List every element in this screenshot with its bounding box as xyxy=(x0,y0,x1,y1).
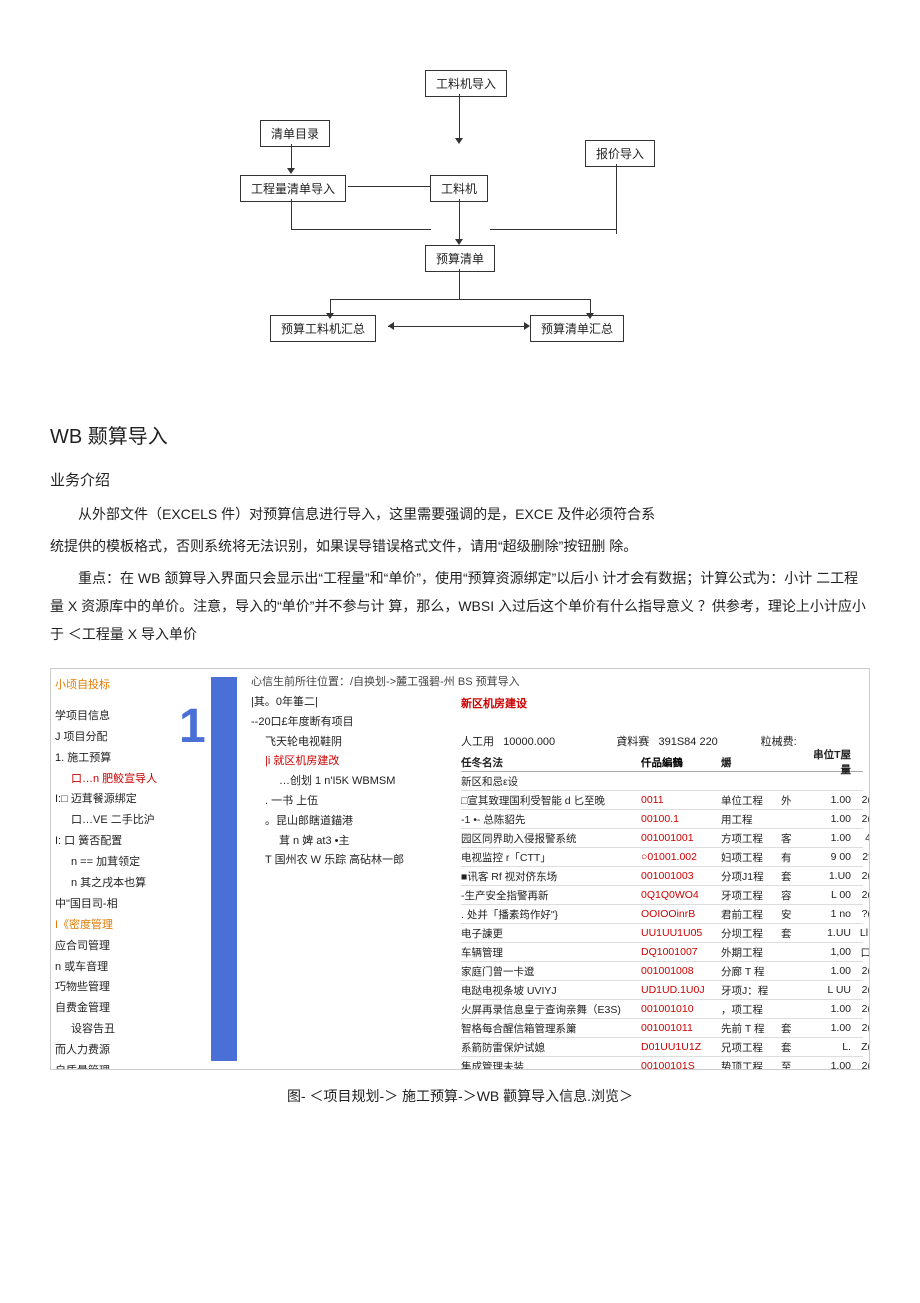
fc-node-budget-labor-sum: 预算工料机汇总 xyxy=(270,315,376,342)
fc-node-labor: 工料机 xyxy=(430,175,488,202)
nav-item[interactable]: I: 口 簧否配置 xyxy=(55,831,205,852)
col-code: 仟品編鶴 xyxy=(641,755,721,770)
table-row[interactable]: 园区同界助入侵报警系统001001001方项工程客1.004 xyxy=(461,829,863,848)
nav-item[interactable]: 中"国目司-相 xyxy=(55,894,205,915)
nav-item[interactable]: 小顷自投标 xyxy=(55,675,205,696)
breadcrumb: 心信生前所往位置：/自换划->麓工强碧-州 BS 预茸导入 xyxy=(251,673,863,689)
tree-item[interactable]: T 国州农 W 乐踪 高砧林一郎 xyxy=(251,851,451,871)
nav-item[interactable]: n == 加茸领定 xyxy=(55,852,205,873)
para-1: 从外部文件（EXCELS 件）对预算信息进行导入，这里需要强调的是，EXCE 及… xyxy=(50,500,870,528)
data-table: 任冬名法 仟品編鶴 爝 串位T屋量 新区和忌ε设□宣其致理国利受智能 d 匕至晚… xyxy=(461,753,863,1063)
nav-item[interactable]: 口…VE 二手比沪 xyxy=(55,810,205,831)
tree-item[interactable]: 茸 n 婢 at3 •主 xyxy=(251,832,451,852)
figure-caption: 图- ＜项目规划-＞ 施工预算-＞WB 颧算导入信息.浏览＞ xyxy=(50,1086,870,1106)
para-3: 重点：在 WB 颔算导入界面只会显示出“工程量”和“单价”，使用“预算资源绑定”… xyxy=(50,564,870,648)
nav-item[interactable]: 设容告丑 xyxy=(55,1019,205,1040)
tree-item[interactable]: 飞天轮电视鞋阴 xyxy=(251,733,451,753)
nav-item[interactable]: 自质量管理 xyxy=(55,1061,205,1070)
fc-node-import: 工料机导入 xyxy=(425,70,507,97)
tree-item[interactable]: --20口£年度断有项目 xyxy=(251,713,451,733)
table-row[interactable]: -1 •- 总陈貂先00100.1用工程1.002( xyxy=(461,810,863,829)
tree-item-active[interactable]: |i 就区机房建改 xyxy=(251,752,451,772)
nav-item[interactable]: 自费金管理 xyxy=(55,998,205,1019)
big-number-icon: 1 xyxy=(179,699,206,754)
col-qty: 串位T屋量 xyxy=(811,747,851,777)
table-row[interactable]: □宣其致理国利受智能 d 匕至晚0011单位工程外1.002( xyxy=(461,791,863,810)
table-row[interactable]: 智格每合醒信箱管理系簘001001011先前 T 程套1.002( xyxy=(461,1019,863,1038)
table-row[interactable]: -生产安全指警再新0Q1Q0WO4牙项工程容L 002( xyxy=(461,886,863,905)
table-row[interactable]: 系箭防雷保炉试媳D01UU1U1Z兄项工程套L.Z( xyxy=(461,1038,863,1057)
divider-bar xyxy=(211,677,237,1061)
tree-item[interactable]: 。昆山郎瞎道錨港 xyxy=(251,812,451,832)
nav-item[interactable]: n 其之戌本也算 xyxy=(55,873,205,894)
table-head: 任冬名法 仟品編鶴 爝 串位T屋量 xyxy=(461,753,863,772)
fc-node-budget-list: 预算清单 xyxy=(425,245,495,272)
project-tree: |其。0年箠二| --20口£年度断有项目 飞天轮电视鞋阴 |i 就区机房建改 … xyxy=(251,693,451,871)
table-row[interactable]: 火屏再录信息皇亍查询亲舞（E3S)001001010，项工程1.002( xyxy=(461,1000,863,1019)
table-row[interactable]: 新区和忌ε设 xyxy=(461,772,863,791)
para-2: 统提供的模板格式，否则系统将无法识别，如果误导错误格式文件，请用“超级删除”按钮… xyxy=(50,532,870,560)
totals-row: 人工用 10000.000 貣料赛 391S84 220 粒械费: xyxy=(461,733,863,749)
tree-item[interactable]: |其。0年箠二| xyxy=(251,693,451,713)
nav-item[interactable]: 巧物些管理 xyxy=(55,977,205,998)
flowchart: 工料机导入 清单目录 报价导入 工程量清单导入 工料机 预算清单 预算工料机汇总… xyxy=(230,70,690,380)
col-type: 爝 xyxy=(721,755,781,770)
nav-item-active[interactable]: 口…n 肥鲛宣导人 xyxy=(55,769,205,790)
table-row[interactable]: 电视监控 r「CTT」○01001.002妇项工程有9 002t xyxy=(461,848,863,867)
total-label: 人工用 xyxy=(461,736,494,748)
total-label: 粒械费: xyxy=(761,736,797,748)
table-row[interactable]: 电子諌更UU1UU1U05分坝工程套1.UULl. xyxy=(461,924,863,943)
table-row[interactable]: 车辆管理DQ1001007外期工程1,00口 xyxy=(461,943,863,962)
screenshot-panel: 小顷自投标 学项目信息 J 项目分配 1. 施工预算 口…n 肥鲛宣导人 I:□… xyxy=(50,668,870,1070)
table-row[interactable]: 集成管理未装00100101S势顶工程至1.002( xyxy=(461,1057,863,1070)
nav-item[interactable]: I《密度管理 xyxy=(55,915,205,936)
tree-item[interactable]: . 一书 上伍 xyxy=(251,792,451,812)
fc-node-budget-list-sum: 预算清单汇总 xyxy=(530,315,624,342)
total-value: 391S84 220 xyxy=(658,736,717,748)
heading-wb-import: WB 颞算导入 xyxy=(50,420,870,449)
nav-item[interactable]: I:□ 迈茸餐源绑定 xyxy=(55,789,205,810)
fc-node-quote-import: 报价导入 xyxy=(585,140,655,167)
nav-item[interactable]: 而人力费源 xyxy=(55,1040,205,1061)
total-label: 貣料赛 xyxy=(616,736,649,748)
table-row[interactable]: ■讯客 Rf 视对侪东场001001003分项J1程套1.U02( xyxy=(461,867,863,886)
table-row[interactable]: 电跶电视条坡 UVIYJUD1UD.1U0J牙项J：程L UU2( xyxy=(461,981,863,1000)
col-name: 任冬名法 xyxy=(461,755,641,770)
heading-biz-intro: 业务介绍 xyxy=(50,469,870,490)
panel-title: 新区机房建设 xyxy=(461,695,527,711)
total-value: 10000.000 xyxy=(503,736,555,748)
fc-node-list-dir: 清单目录 xyxy=(260,120,330,147)
table-row[interactable]: . 处并「播素筠作好"}OOIOOinrB君前工程安1 no?( xyxy=(461,905,863,924)
table-row[interactable]: 家庭门曾一卡邆001001008分廊 T 程1.002( xyxy=(461,962,863,981)
tree-item[interactable]: …创划 1 n'I5K WBMSM xyxy=(251,772,451,792)
nav-item[interactable]: n 或车音理 xyxy=(55,957,205,978)
fc-node-qty-list: 工程量清单导入 xyxy=(240,175,346,202)
nav-item[interactable]: 应合司管理 xyxy=(55,936,205,957)
